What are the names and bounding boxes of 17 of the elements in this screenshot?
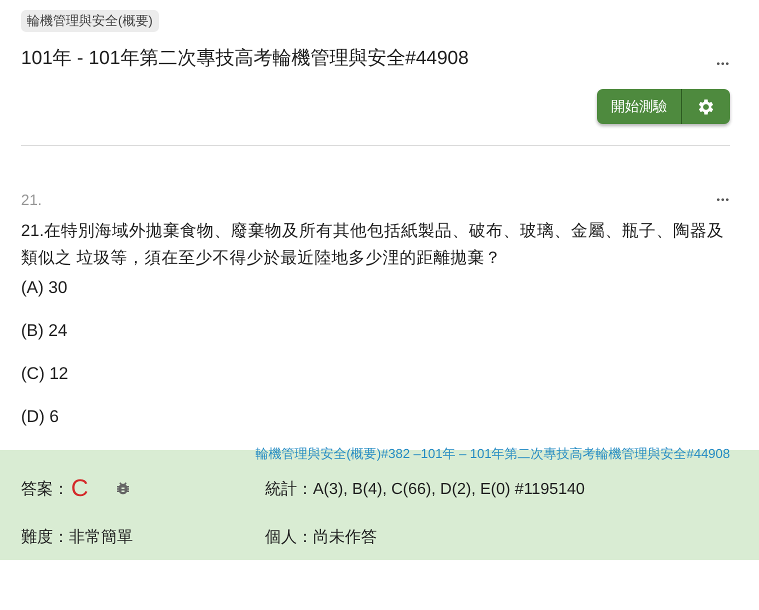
answer-value: C (71, 475, 88, 503)
more-button[interactable]: ••• (716, 58, 730, 70)
answer-label: 答案： (21, 479, 69, 500)
exam-title: 101年 - 101年第二次專技高考輪機管理與安全#44908 (21, 47, 469, 71)
separator: – (412, 446, 421, 461)
answer-statistics: 統計：A(3), B(4), C(66), D(2), E(0) #1195140 (265, 480, 586, 500)
question-number: 21. (21, 192, 42, 209)
answer-option: (B) 24 (21, 321, 730, 341)
answer-option: (A) 30 (21, 278, 730, 298)
answer-option: (D) 6 (21, 407, 730, 427)
personal-status: 個人：尚未作答 (265, 528, 378, 548)
answer-option: (C) 12 (21, 364, 730, 384)
question-text: 21.在特別海域外拋棄食物、廢棄物及所有其他包括紙製品、破布、玻璃、金屬、瓶子、陶器及類似之 垃圾等，須在至少不得少於最近陸地多少浬的距離拋棄？ (21, 221, 725, 269)
settings-icon (696, 96, 716, 116)
more-button[interactable]: ••• (716, 195, 730, 206)
category-tag[interactable]: 輪機管理與安全(概要) (21, 10, 159, 32)
difficulty-text: 難度：非常簡單 (21, 528, 134, 548)
